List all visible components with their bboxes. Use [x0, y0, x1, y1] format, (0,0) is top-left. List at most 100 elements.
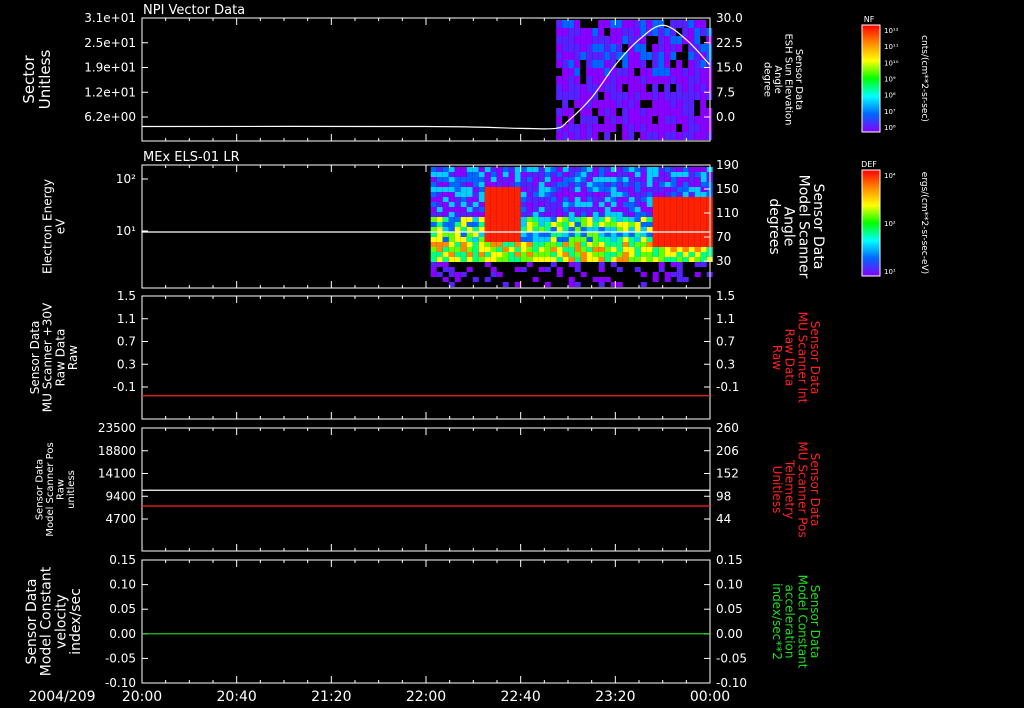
y-axis-label-right: Sensor DataMU Scanner IntRaw DataRaw: [770, 312, 822, 404]
date-label: 2004/209: [28, 689, 95, 705]
y-tick-left: 0.15: [109, 553, 136, 567]
y-tick-left: 23500: [98, 421, 136, 435]
y-tick-left: -0.1: [113, 380, 136, 394]
colorbar-tick-label: 10¹⁰: [884, 59, 899, 67]
colorbar-tick-label: 10¹: [884, 268, 896, 276]
y-tick-right: 22.5: [716, 36, 743, 50]
y-tick-left: 1.1: [117, 312, 136, 326]
panel-1: NPI Vector Data 3.1e+01 2.5e+01 1.9e+01 1.2e…: [20, 3, 804, 142]
panel-title: NPI Vector Data: [143, 3, 245, 18]
colorbar-gradient: [861, 24, 881, 133]
y-tick-right: 98: [716, 489, 731, 503]
y-tick-right: 260: [716, 421, 739, 435]
spectrogram-panel-2: [430, 167, 713, 287]
time-tick-label: 22:00: [406, 689, 446, 705]
spectrogram-panel-1: [556, 20, 713, 140]
y-tick-right: 15.0: [716, 61, 743, 75]
colorbar-title: DEF: [861, 160, 877, 169]
y-axis-label-right: Sensor DataMU Scanner PosTelemetryUnitle…: [770, 441, 822, 537]
y-axis-label-right: Sensor DataModel Constantaccelerationind…: [770, 575, 822, 669]
time-tick-label: 20:40: [216, 689, 256, 705]
y-tick-right: 206: [716, 444, 739, 458]
y-tick-left: -0.05: [105, 651, 136, 665]
y-tick-right: 0.05: [716, 602, 743, 616]
panel-frame: [141, 559, 711, 684]
time-tick-label: 20:00: [122, 689, 162, 705]
y-tick-left: 10²: [116, 172, 136, 186]
y-tick-right: 0.0: [716, 110, 735, 124]
colorbar-tick-label: 10⁸: [884, 92, 896, 100]
colorbar-tick-label: 10⁷: [884, 108, 896, 116]
colorbar-tick-label: 10¹¹: [884, 43, 899, 51]
colorbar-unit: ergs/(cm**2-sr-sec-eV): [919, 172, 929, 274]
y-tick-left: 0.05: [109, 602, 136, 616]
colorbar-tick-label: 10⁶: [884, 124, 896, 132]
y-tick-left: 0.00: [109, 627, 136, 641]
y-tick-left: 4700: [105, 512, 136, 526]
y-tick-left: 0.7: [117, 335, 136, 349]
y-tick-right: -0.10: [716, 676, 747, 690]
time-tick-label: 21:20: [311, 689, 351, 705]
y-tick-left: 14100: [98, 467, 136, 481]
time-tick-label: 00:00: [690, 689, 730, 705]
y-tick-right: 1.1: [716, 312, 735, 326]
y-tick-right: 30.0: [716, 11, 743, 25]
x-minor-ticks: [141, 560, 711, 683]
y-tick-left: 9400: [105, 489, 136, 503]
y-tick-right: 152: [716, 467, 739, 481]
y-tick-left: 1.5: [117, 289, 136, 303]
y-tick-right: 0.10: [716, 578, 743, 592]
colorbar-tick-label: 10⁴: [884, 172, 896, 180]
colorbar-tick-label: 10⁹: [884, 76, 896, 84]
y-tick-left: 1.9e+01: [84, 61, 136, 75]
time-tick-label: 23:20: [595, 689, 635, 705]
y-tick-right: 0.7: [716, 335, 735, 349]
y-tick-right: 1.5: [716, 289, 735, 303]
y-tick-right: 7.5: [716, 85, 735, 99]
colorbar-unit: cnts/(cm**2-sr-sec): [919, 35, 929, 122]
y-tick-left: 0.3: [117, 357, 136, 371]
y-tick-left: 0.10: [109, 578, 136, 592]
y-tick-right: 190: [716, 158, 739, 172]
time-axis: 20:00 20:40 21:20 22:00 22:40 23:20 00:00 2004/…: [28, 689, 730, 705]
colorbar-2: DEF 10⁴ 10² 10¹ ergs/(cm**2-sr-sec-eV): [861, 160, 929, 277]
panel-4: 23500 18800 14100 9400 4700 260 206 152 98 44 Sens…: [34, 421, 822, 552]
y-tick-right: 150: [716, 182, 739, 196]
colorbar-tick-label: 10¹²: [884, 27, 899, 35]
x-minor-ticks: [141, 296, 711, 419]
x-minor-ticks: [141, 428, 711, 551]
y-tick-right: -0.05: [716, 651, 747, 665]
y-tick-right: 0.00: [716, 627, 743, 641]
y-tick-right: 44: [716, 512, 731, 526]
y-tick-left: 10¹: [116, 224, 136, 238]
y-axis-label-left: Electron EnergyeV: [41, 179, 68, 274]
time-tick-label: 22:40: [500, 689, 540, 705]
y-tick-right: 70: [716, 230, 731, 244]
colorbar-1: NF 10¹² 10¹¹ 10¹⁰ 10⁹ 10⁸ 10⁷ 10⁶ cnts/(cm**2-sr…: [861, 15, 929, 133]
colorbar-tick-label: 10²: [884, 220, 896, 228]
y-axis-label-left: Sensor DataMU Scanner +30VRaw DataRaw: [28, 302, 80, 412]
y-tick-right: 0.3: [716, 357, 735, 371]
y-tick-left: -0.10: [105, 676, 136, 690]
y-axis-label-left: SectorUnitless: [20, 50, 54, 110]
colorbar-title: NF: [864, 15, 875, 24]
y-tick-left: 2.5e+01: [84, 36, 136, 50]
multi-panel-time-series-chart: NPI Vector Data 3.1e+01 2.5e+01 1.9e+01 1.2e…: [20, 3, 929, 705]
y-tick-left: 6.2e+00: [84, 110, 136, 124]
panel-frame: [141, 295, 711, 420]
colorbar-gradient: [861, 169, 881, 277]
panel-5: 0.15 0.10 0.05 0.00 -0.05 -0.10 0.15 0.10 0.05 0.…: [24, 553, 822, 690]
panel-3: 1.5 1.1 0.7 0.3 -0.1 1.5 1.1 0.7 0.3 -0.1 Sensor D…: [28, 289, 822, 420]
y-axis-label-left: Sensor DataModel Scanner PosRawunitless: [34, 442, 77, 536]
panel-frame: [141, 427, 711, 552]
y-tick-right: -0.1: [716, 380, 739, 394]
y-axis-label-right: Sensor DataModel ScannerAngledegrees: [766, 175, 826, 279]
y-axis-label-left: Sensor DataModel Constantvelocityindex/s…: [24, 566, 84, 676]
y-tick-left: 18800: [98, 444, 136, 458]
panel-title: MEx ELS-01 LR: [143, 150, 240, 165]
y-axis-label-right: Sensor DataESH Sun ElevationAngledegree: [761, 33, 804, 125]
y-tick-right: 0.15: [716, 553, 743, 567]
y-tick-right: 110: [716, 206, 739, 220]
y-tick-left: 3.1e+01: [84, 11, 136, 25]
panel-2: MEx ELS-01 LR 10² 10¹ 190 150 110 70 30 Electron…: [41, 150, 826, 289]
